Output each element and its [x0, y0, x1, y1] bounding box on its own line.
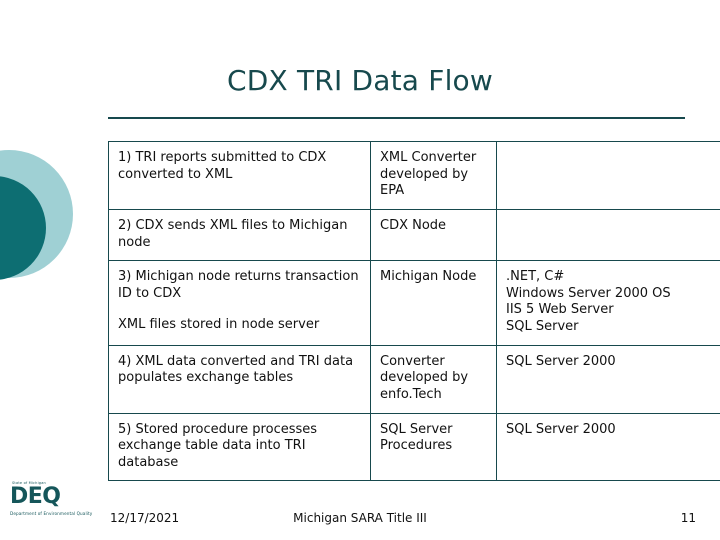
cell-component: Michigan Node — [370, 260, 497, 346]
tech-line: .NET, C# — [506, 269, 565, 285]
tech-line: Windows Server 2000 OS — [506, 285, 671, 301]
table-row: 1) TRI reports submitted to CDX converte… — [108, 141, 720, 210]
cell-spacer — [118, 302, 361, 317]
cell-step: 4) XML data converted and TRI data popul… — [108, 344, 371, 414]
table-row: 2) CDX sends XML files to Michigan node … — [108, 208, 720, 262]
page-title: CDX TRI Data Flow — [227, 64, 493, 97]
table-row: 4) XML data converted and TRI data popul… — [108, 344, 720, 414]
cell-component: CDX Node — [370, 208, 497, 262]
cell-component: Converter developed by enfo.Tech — [370, 344, 497, 414]
cell-component: XML Converter developed by EPA — [370, 141, 497, 210]
cell-component: SQL Server Procedures — [370, 412, 497, 482]
cell-step-line1: 3) Michigan node returns transaction ID … — [118, 269, 359, 301]
title-divider — [108, 117, 685, 119]
cell-step-line2: XML files stored in node server — [118, 317, 320, 333]
cell-tech: SQL Server 2000 — [496, 412, 720, 482]
logo-main-text: DEQ — [10, 484, 61, 509]
tech-line: IIS 5 Web Server — [506, 302, 614, 318]
footer-page-number: 11 — [680, 511, 696, 525]
cell-step: 3) Michigan node returns transaction ID … — [108, 260, 371, 346]
table-row: 3) Michigan node returns transaction ID … — [108, 260, 720, 346]
footer-center-text: Michigan SARA Title III — [293, 511, 427, 525]
cell-step: 2) CDX sends XML files to Michigan node — [108, 208, 371, 262]
cell-step: 5) Stored procedure processes exchange t… — [108, 412, 371, 482]
table-row: 5) Stored procedure processes exchange t… — [108, 412, 720, 482]
cell-tech — [496, 208, 720, 262]
cell-tech — [496, 141, 720, 210]
tech-line: SQL Server — [506, 319, 579, 334]
cell-tech: SQL Server 2000 — [496, 344, 720, 414]
data-flow-table: 1) TRI reports submitted to CDX converte… — [108, 141, 720, 482]
cell-tech: .NET, C# Windows Server 2000 OS IIS 5 We… — [496, 260, 720, 346]
cell-step: 1) TRI reports submitted to CDX converte… — [108, 141, 371, 210]
